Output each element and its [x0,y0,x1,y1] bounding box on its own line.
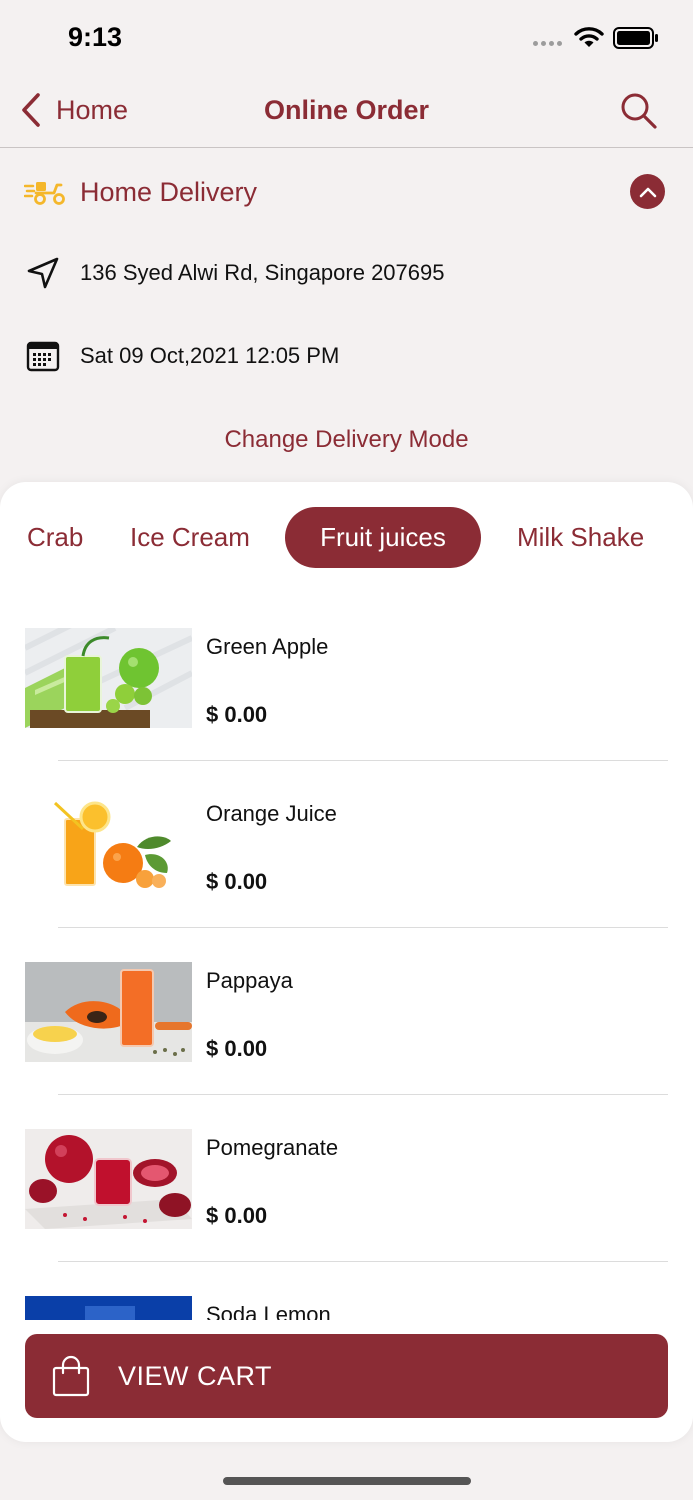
view-cart-button[interactable]: VIEW CART [25,1334,668,1418]
back-chevron-icon [22,93,40,127]
battery-icon [613,27,658,49]
cellular-signal-icon [533,41,562,46]
status-time: 9:13 [68,22,123,52]
delivery-datetime-row: Sat 09 Oct,2021 12:05 PM [26,340,339,372]
view-cart-label: VIEW CART [118,1360,273,1391]
delivery-mode-row: Home Delivery [24,172,669,212]
tab-fruit-juices[interactable]: Fruit juices [285,507,481,568]
product-item-pomegranate[interactable]: Pomegranate $ 0.00 [0,1095,693,1262]
delivery-scooter-icon [24,182,65,205]
chevron-up-icon [639,187,656,197]
home-indicator[interactable] [223,1477,471,1485]
wifi-icon [574,27,604,47]
shopping-bag-icon [52,1355,90,1397]
delivery-address: 136 Syed Alwi Rd, Singapore 207695 [80,260,445,285]
product-name: Orange Juice [206,801,337,826]
product-price: $ 0.00 [206,1203,268,1228]
tab-milk-shake[interactable]: Milk Shake [517,507,644,568]
tab-crab[interactable]: Crab [27,507,83,568]
search-icon [621,93,657,129]
product-name: Soda Lemon [206,1302,331,1320]
product-item-pappaya[interactable]: Pappaya $ 0.00 [0,928,693,1095]
product-price: $ 0.00 [206,702,268,727]
back-label: Home [56,94,129,125]
product-item-green-apple[interactable]: Green Apple $ 0.00 [0,594,693,761]
navigation-arrow-icon [27,257,59,289]
delivery-datetime: Sat 09 Oct,2021 12:05 PM [80,343,340,368]
delivery-address-row: 136 Syed Alwi Rd, Singapore 207695 [26,256,444,290]
product-name: Green Apple [206,634,329,659]
product-image-orange-juice [25,795,192,895]
delivery-mode-label: Home Delivery [80,176,258,207]
product-item-orange-juice[interactable]: Orange Juice $ 0.00 [0,761,693,928]
back-button[interactable]: Home [20,92,128,128]
search-button[interactable] [620,92,658,135]
product-image-pomegranate [25,1129,192,1229]
navigation-bar: Online Order Home [0,76,693,148]
product-image-soda-lemon [25,1296,192,1320]
product-name: Pappaya [206,968,293,993]
product-image-green-apple [25,628,192,728]
delivery-panel: Home Delivery 136 Syed Alwi Rd, Singapor… [0,150,693,490]
product-name: Pomegranate [206,1135,339,1160]
product-image-pappaya [25,962,192,1062]
calendar-icon [26,341,60,372]
tab-ice-cream[interactable]: Ice Cream [130,507,250,568]
category-tabs: Crab Ice Cream Fruit juices Milk Shake [0,507,693,569]
collapse-delivery-button[interactable] [630,174,665,209]
product-price: $ 0.00 [206,869,268,894]
menu-card: Crab Ice Cream Fruit juices Milk Shake G… [0,482,693,1442]
product-list: Green Apple $ 0.00 Orange Juice $ 0.00 P… [0,594,693,1320]
product-price: $ 0.00 [206,1036,268,1061]
change-delivery-mode-link[interactable]: Change Delivery Mode [0,426,693,454]
status-bar: 9:13 [0,0,693,76]
product-item-soda-lemon[interactable]: Soda Lemon [0,1262,693,1320]
